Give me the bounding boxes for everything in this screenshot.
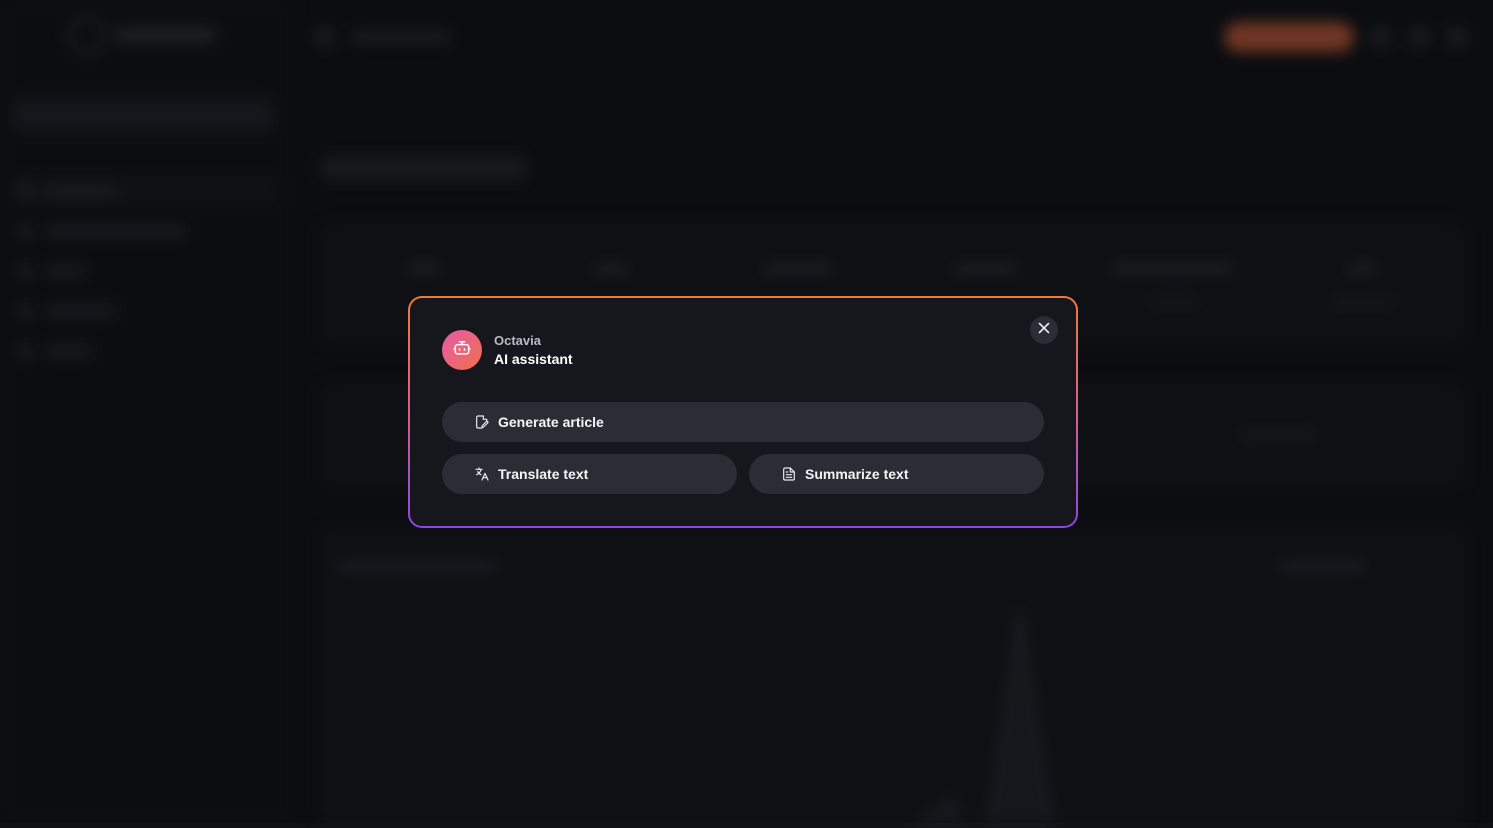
assistant-role: AI assistant xyxy=(494,351,573,367)
document-icon xyxy=(781,466,797,482)
close-icon xyxy=(1038,321,1050,339)
generate-article-label: Generate article xyxy=(498,414,604,430)
edit-document-icon xyxy=(474,414,490,430)
assistant-avatar xyxy=(442,330,482,370)
robot-icon xyxy=(452,338,472,363)
generate-article-button[interactable]: Generate article xyxy=(442,402,1044,442)
ai-assistant-modal: Octavia AI assistant Generate article xyxy=(408,296,1078,528)
close-button[interactable] xyxy=(1030,316,1058,344)
summarize-text-label: Summarize text xyxy=(805,466,908,482)
translate-text-button[interactable]: Translate text xyxy=(442,454,737,494)
summarize-text-button[interactable]: Summarize text xyxy=(749,454,1044,494)
translate-text-label: Translate text xyxy=(498,466,588,482)
assistant-name: Octavia xyxy=(494,333,541,348)
modal-body: Octavia AI assistant Generate article xyxy=(410,298,1076,526)
translate-icon xyxy=(474,466,490,482)
